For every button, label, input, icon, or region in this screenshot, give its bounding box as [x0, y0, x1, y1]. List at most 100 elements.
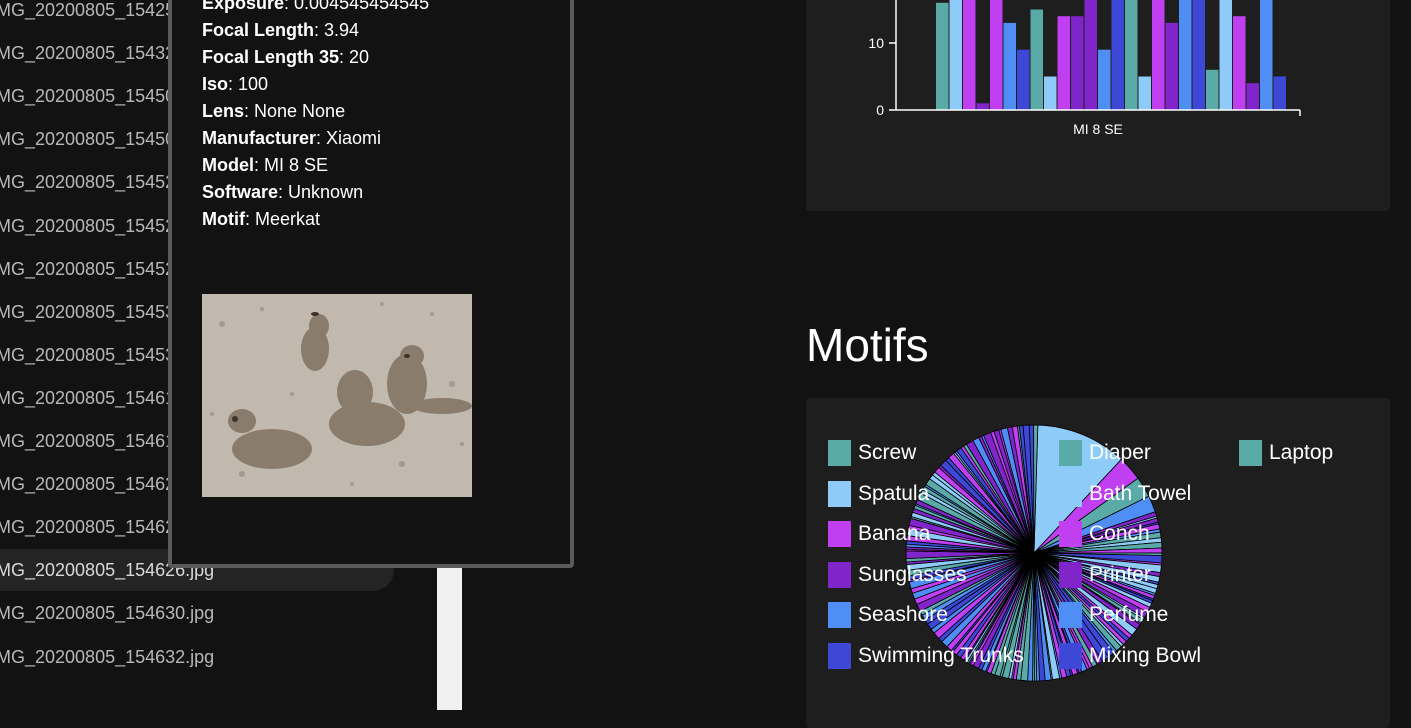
legend-label: Sunglasses — [858, 562, 967, 586]
legend-swatch — [828, 521, 851, 547]
metadata-row: Model: MI 8 SE — [202, 152, 429, 179]
bar — [1233, 16, 1246, 111]
legend-item[interactable]: Printer — [1059, 561, 1151, 588]
bar — [1098, 49, 1111, 110]
bar — [1057, 16, 1070, 111]
meerkat-photo — [202, 294, 472, 497]
image-info-popup: Exposure: 0.004545454545 Focal Length: 3.… — [168, 0, 574, 568]
bar — [963, 0, 976, 110]
legend-label: Printer — [1089, 562, 1151, 586]
legend-item[interactable]: Swimming Trunks — [828, 642, 1024, 669]
metadata-value: : 0.004545454545 — [284, 0, 430, 13]
file-list-item[interactable]: MG_20200805_15425 — [0, 0, 175, 31]
legend-item[interactable]: Diaper — [1059, 440, 1151, 466]
legend-swatch — [828, 602, 851, 628]
y-tick-label: 0 — [876, 102, 884, 118]
legend-swatch — [828, 561, 851, 588]
metadata-value: : Xiaomi — [316, 128, 382, 148]
bar — [1219, 0, 1232, 110]
legend-item[interactable]: Bath Towel — [1059, 480, 1191, 507]
legend-swatch — [1059, 561, 1082, 588]
legend-label: Banana — [858, 522, 931, 545]
bar — [1017, 49, 1030, 110]
metadata-value: : None None — [244, 101, 346, 121]
model-bar-chart: 0 10 MI 8 SE — [868, 0, 1301, 137]
legend-item[interactable]: Screw — [828, 440, 916, 466]
legend-label: Seashore — [858, 603, 948, 626]
legend-item[interactable]: Banana — [828, 521, 930, 547]
photo-thumbnail[interactable] — [202, 294, 472, 497]
metadata-value: : 3.94 — [314, 20, 360, 40]
file-list-item[interactable]: MG_20200805_15432 — [0, 32, 175, 74]
bar — [1003, 22, 1016, 110]
legend-swatch — [1059, 602, 1082, 628]
legend-swatch — [828, 642, 851, 669]
metadata-row: Motif: Meerkat — [202, 206, 429, 233]
legend-swatch — [1059, 642, 1082, 669]
legend-item[interactable]: Conch — [1059, 521, 1150, 547]
metadata-key: Software — [202, 182, 279, 202]
file-list-item[interactable]: MG_20200805_15452 — [0, 205, 175, 247]
legend-item[interactable]: Seashore — [828, 602, 948, 628]
file-list-item[interactable]: MG_20200805_15452 — [0, 248, 175, 290]
bar — [1044, 76, 1057, 110]
file-list-item[interactable]: MG_20200805_15461 — [0, 420, 175, 462]
metadata-value: : 20 — [339, 47, 370, 67]
legend-item[interactable]: Laptop — [1239, 440, 1333, 466]
scrollbar-thumb[interactable] — [437, 568, 462, 710]
file-list-item[interactable]: MG_20200805_15453 — [0, 334, 175, 376]
file-list-item[interactable]: MG_20200805_15462 — [0, 463, 175, 505]
metadata-value: : Unknown — [278, 182, 364, 202]
bar — [1260, 0, 1273, 110]
file-list-item[interactable]: MG_20200805_15461 — [0, 377, 175, 419]
legend-swatch — [828, 480, 851, 507]
metadata-key: Model — [202, 155, 254, 175]
legend-swatch — [1059, 521, 1082, 547]
file-list-item[interactable]: MG_20200805_154632.jpg — [0, 636, 214, 678]
legend-label: Spatula — [858, 481, 930, 505]
legend-label: Diaper — [1089, 441, 1151, 464]
bar — [1111, 0, 1124, 110]
metadata-row: Manufacturer: Xiaomi — [202, 125, 429, 152]
legend-label: Conch — [1089, 522, 1150, 545]
bar — [1192, 0, 1205, 110]
bar — [990, 0, 1003, 110]
file-list-item[interactable]: MG_20200805_15452 — [0, 161, 175, 203]
bar — [1138, 76, 1151, 110]
metadata-row: Iso: 100 — [202, 71, 429, 98]
bar — [1030, 9, 1043, 110]
legend-label: Screw — [858, 441, 917, 464]
bar — [1152, 0, 1165, 110]
bar — [1206, 69, 1219, 110]
bar — [976, 103, 989, 110]
file-list-item[interactable]: MG_20200805_15450 — [0, 118, 175, 160]
bar — [1084, 0, 1097, 110]
metadata-value: : MI 8 SE — [254, 155, 329, 175]
metadata-key: Exposure — [202, 0, 285, 13]
legend-item[interactable]: Spatula — [828, 480, 930, 507]
file-list-item[interactable]: MG_20200805_15450 — [0, 75, 175, 117]
metadata-row: Focal Length 35: 20 — [202, 44, 429, 71]
legend-item[interactable]: Sunglasses — [828, 561, 967, 588]
model-bar-chart-panel: 0 10 MI 8 SE — [806, 0, 1390, 211]
metadata-key: Iso — [202, 74, 229, 94]
bar — [1246, 83, 1259, 110]
motifs-title: Motifs — [806, 319, 929, 371]
bar — [1179, 0, 1192, 110]
legend-swatch — [1059, 440, 1082, 466]
metadata-value: : Meerkat — [244, 209, 321, 229]
legend-label: Mixing Bowl — [1089, 643, 1202, 667]
metadata-row: Lens: None None — [202, 98, 429, 125]
file-list-item[interactable]: MG_20200805_154630.jpg — [0, 592, 214, 634]
metadata-key: Manufacturer — [202, 128, 317, 148]
legend-item[interactable]: Perfume — [1059, 602, 1168, 628]
metadata-row: Software: Unknown — [202, 179, 429, 206]
bar — [949, 0, 962, 110]
legend-label: Laptop — [1269, 441, 1334, 464]
motifs-pie-chart-panel: Screw Diaper Laptop Spatula Bath Towel Banana… — [806, 398, 1390, 728]
metadata-list: Exposure: 0.004545454545 Focal Length: 3.… — [202, 0, 429, 233]
file-list-item[interactable]: MG_20200805_15453 — [0, 291, 175, 333]
file-list-item[interactable]: MG_20200805_15462 — [0, 506, 175, 548]
legend-item[interactable]: Mixing Bowl — [1059, 642, 1202, 669]
bar — [1125, 0, 1138, 110]
